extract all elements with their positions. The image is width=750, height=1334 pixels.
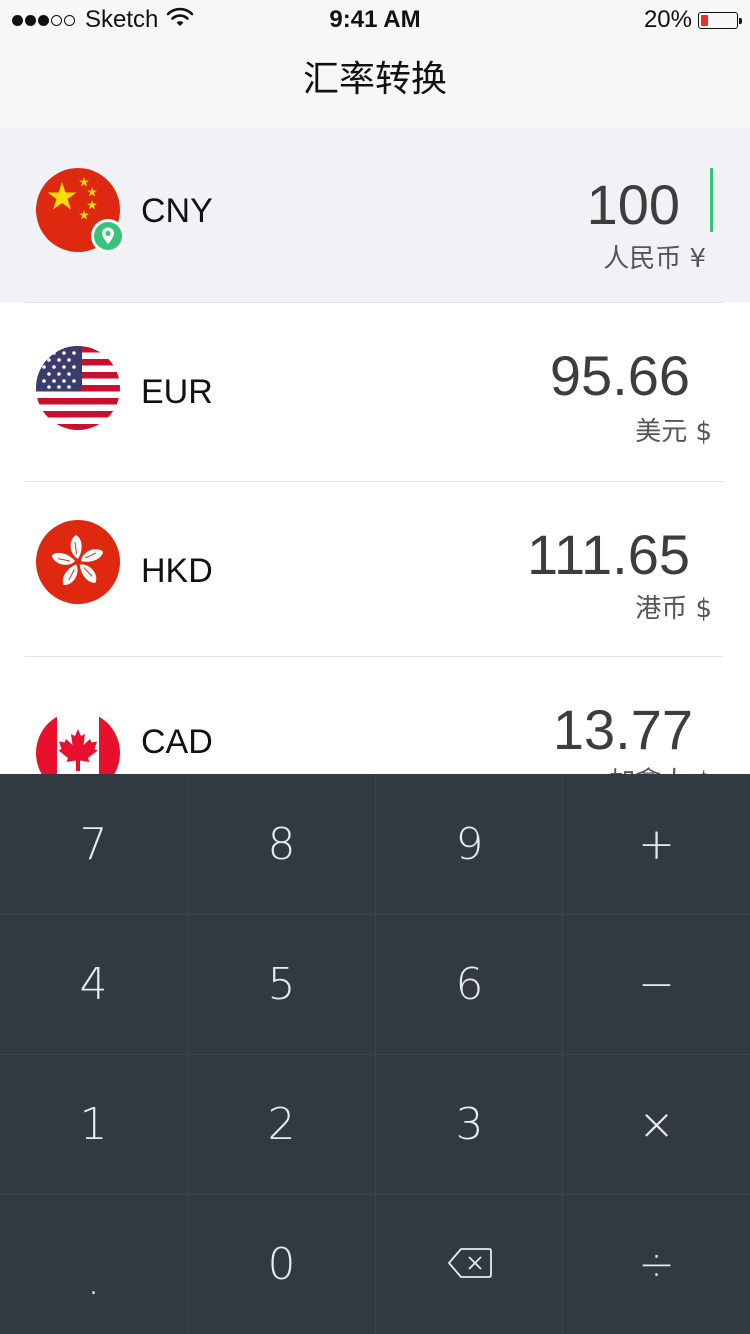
currency-code: HKD xyxy=(141,552,213,590)
key-label: 9 xyxy=(455,818,484,870)
key-label: 4 xyxy=(79,958,108,1010)
signal-dot xyxy=(51,14,62,26)
signal-dot xyxy=(38,14,49,26)
minus-icon: − xyxy=(638,958,675,1010)
key-2[interactable]: 2 xyxy=(188,1054,375,1194)
key-label: 8 xyxy=(267,818,296,870)
key-multiply[interactable]: × xyxy=(563,1054,750,1194)
usa-flag-icon xyxy=(36,346,120,430)
key-1[interactable]: 1 xyxy=(0,1054,187,1194)
currency-row-cad[interactable]: CAD 13.77 加拿大 $ xyxy=(0,657,750,774)
status-right: 20% xyxy=(643,6,742,34)
signal-dots-icon xyxy=(12,14,77,26)
currency-row-hkd[interactable]: HKD 111.65 港币 $ xyxy=(0,482,750,656)
currency-code: CAD xyxy=(141,723,213,761)
key-divide[interactable]: ÷ xyxy=(563,1194,750,1334)
battery-percent: 20% xyxy=(643,6,692,33)
hong-kong-flag-icon xyxy=(36,520,120,604)
currency-list: CNY 100 人民币 ¥ EUR 95.66 美元 $ HKD 111.65 … xyxy=(0,128,750,774)
key-4[interactable]: 4 xyxy=(0,914,187,1054)
key-plus[interactable]: + xyxy=(563,774,750,914)
key-minus[interactable]: − xyxy=(563,914,750,1054)
key-label: 5 xyxy=(267,958,296,1010)
currency-amount[interactable]: 111.65 xyxy=(527,522,690,587)
key-5[interactable]: 5 xyxy=(188,914,375,1054)
currency-name: 港币 $ xyxy=(635,594,712,624)
key-backspace[interactable] xyxy=(376,1194,563,1334)
location-pin-icon xyxy=(91,219,125,253)
key-label: 1 xyxy=(79,1098,108,1150)
text-cursor xyxy=(710,168,713,232)
currency-amount-input[interactable]: 100 xyxy=(587,172,680,237)
key-label: . xyxy=(86,1253,101,1305)
key-7[interactable]: 7 xyxy=(0,774,187,914)
currency-row-eur[interactable]: EUR 95.66 美元 $ xyxy=(0,303,750,481)
currency-code: EUR xyxy=(141,373,213,411)
canada-flag-icon xyxy=(36,711,120,774)
signal-dot xyxy=(12,14,23,26)
battery-icon xyxy=(698,11,742,29)
key-decimal[interactable]: . xyxy=(0,1194,187,1334)
plus-icon: + xyxy=(638,818,675,870)
currency-amount[interactable]: 95.66 xyxy=(550,343,690,408)
key-label: 7 xyxy=(79,818,108,870)
key-0[interactable]: 0 xyxy=(188,1194,375,1334)
wifi-icon xyxy=(166,6,194,35)
key-3[interactable]: 3 xyxy=(376,1054,563,1194)
backspace-icon xyxy=(447,1239,493,1290)
key-8[interactable]: 8 xyxy=(188,774,375,914)
key-label: 2 xyxy=(267,1098,296,1150)
signal-dot xyxy=(25,14,36,26)
nav-bar: 汇率转换 xyxy=(0,40,750,128)
number-keypad: 7 8 9 + 4 5 6 − 1 2 3 × . 0 ÷ xyxy=(0,774,750,1334)
page-title: 汇率转换 xyxy=(302,59,447,100)
signal-dot xyxy=(64,14,75,26)
battery-cap xyxy=(739,17,742,24)
key-label: 3 xyxy=(455,1098,484,1150)
key-9[interactable]: 9 xyxy=(376,774,563,914)
currency-row-cny[interactable]: CNY 100 人民币 ¥ xyxy=(0,128,750,302)
currency-name: 人民币 ¥ xyxy=(603,244,706,274)
currency-code: CNY xyxy=(141,192,213,230)
currency-name: 美元 $ xyxy=(635,417,712,447)
currency-amount[interactable]: 13.77 xyxy=(553,697,693,762)
divide-icon: ÷ xyxy=(638,1238,675,1290)
status-left: Sketch xyxy=(12,6,194,34)
key-label: 0 xyxy=(267,1238,296,1290)
status-bar: Sketch 9:41 AM 20% xyxy=(0,0,750,40)
battery-fill xyxy=(701,14,708,26)
currency-name: 加拿大 $ xyxy=(609,761,712,774)
carrier-name: Sketch xyxy=(85,6,159,33)
key-6[interactable]: 6 xyxy=(376,914,563,1054)
multiply-icon: × xyxy=(638,1098,675,1150)
key-label: 6 xyxy=(455,958,484,1010)
